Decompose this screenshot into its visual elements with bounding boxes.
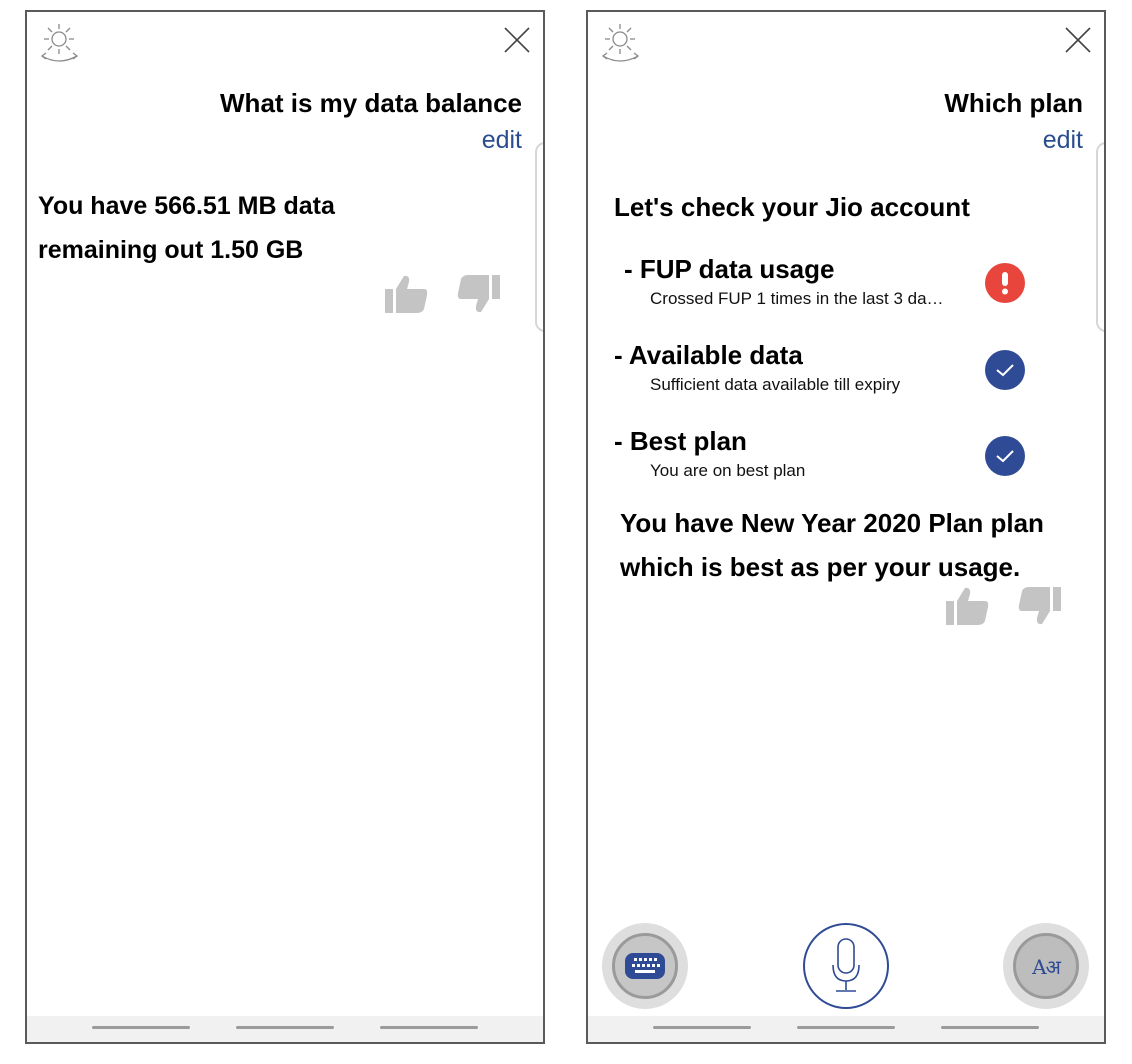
thumbs-up-icon[interactable] bbox=[384, 274, 428, 319]
nav-handle[interactable] bbox=[941, 1026, 1039, 1029]
nav-handle[interactable] bbox=[380, 1026, 478, 1029]
check-detail: Sufficient data available till expiry bbox=[650, 375, 901, 394]
nav-handle[interactable] bbox=[236, 1026, 334, 1029]
side-panel-edge bbox=[1096, 142, 1104, 332]
brightness-icon[interactable] bbox=[37, 22, 83, 73]
edit-link[interactable]: edit bbox=[482, 126, 522, 155]
check-detail: Crossed FUP 1 times in the last 3 da… bbox=[650, 289, 944, 308]
check-item: - Best plan You are on best plan bbox=[614, 426, 805, 481]
bottom-nav bbox=[588, 1016, 1104, 1042]
nav-handle[interactable] bbox=[797, 1026, 895, 1029]
plan-summary-line-1: You have New Year 2020 Plan plan bbox=[620, 508, 1044, 538]
keyboard-icon bbox=[612, 933, 678, 999]
bottom-nav bbox=[27, 1016, 543, 1042]
assistant-screen-right: Which plan edit Let's check your Jio acc… bbox=[586, 10, 1106, 1044]
user-query: Which plan bbox=[944, 88, 1083, 118]
check-title: - Best plan bbox=[614, 426, 747, 456]
account-check-intro: Let's check your Jio account bbox=[614, 192, 970, 222]
check-title: - Available data bbox=[614, 340, 803, 370]
alert-icon bbox=[985, 263, 1025, 303]
check-icon bbox=[985, 350, 1025, 390]
thumbs-up-icon[interactable] bbox=[945, 586, 989, 631]
nav-handle[interactable] bbox=[92, 1026, 190, 1029]
check-item: - FUP data usage Crossed FUP 1 times in … bbox=[624, 254, 944, 309]
brightness-icon[interactable] bbox=[598, 22, 644, 73]
keyboard-button[interactable] bbox=[602, 923, 688, 1009]
microphone-button[interactable] bbox=[803, 923, 889, 1009]
language-glyph: Aअ bbox=[1032, 954, 1061, 979]
answer-line-1: You have 566.51 MB data bbox=[38, 192, 335, 220]
check-detail: You are on best plan bbox=[650, 461, 806, 480]
check-title: - FUP data usage bbox=[624, 254, 835, 284]
close-icon[interactable] bbox=[1064, 26, 1092, 59]
microphone-icon bbox=[832, 938, 860, 992]
assistant-screen-left: What is my data balance edit You have 56… bbox=[25, 10, 545, 1044]
answer-line-2: remaining out 1.50 GB bbox=[38, 236, 304, 264]
user-query: What is my data balance bbox=[220, 88, 522, 118]
plan-summary-line-2: which is best as per your usage. bbox=[620, 552, 1021, 582]
edit-link[interactable]: edit bbox=[1043, 126, 1083, 155]
language-icon: Aअ bbox=[1013, 933, 1079, 999]
thumbs-down-icon[interactable] bbox=[457, 274, 501, 319]
check-item: - Available data Sufficient data availab… bbox=[614, 340, 900, 395]
thumbs-down-icon[interactable] bbox=[1018, 586, 1062, 631]
language-button[interactable]: Aअ bbox=[1003, 923, 1089, 1009]
side-panel-edge bbox=[535, 142, 543, 332]
nav-handle[interactable] bbox=[653, 1026, 751, 1029]
close-icon[interactable] bbox=[503, 26, 531, 59]
check-icon bbox=[985, 436, 1025, 476]
